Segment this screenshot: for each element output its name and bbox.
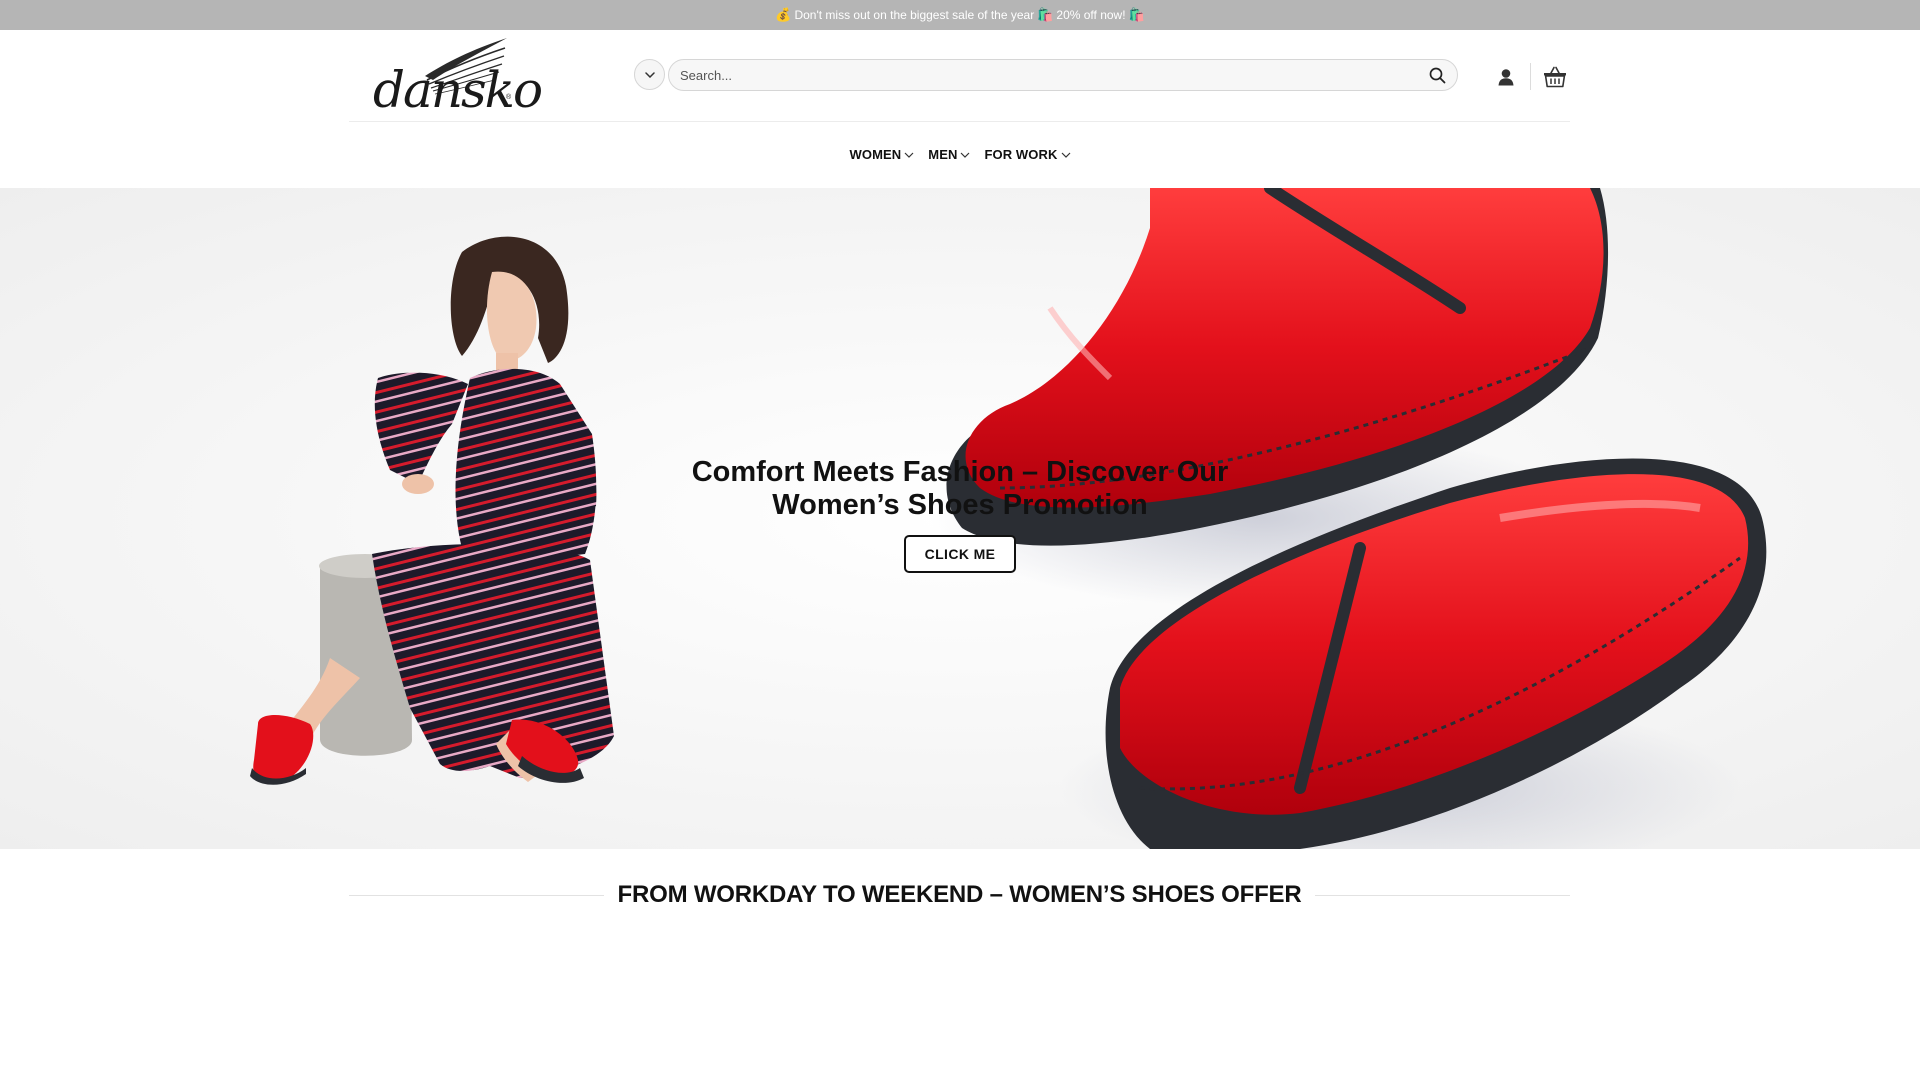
search-input[interactable] [669,60,1409,90]
shopping-bags-icon: 🛍️ [1128,7,1145,22]
hero-title: Comfort Meets Fashion – Discover Our Wom… [560,456,1360,522]
hero-content: Comfort Meets Fashion – Discover Our Wom… [560,456,1360,573]
nav-item-label: WOMEN [849,146,902,162]
chevron-down-icon [904,152,914,158]
main-nav: WOMEN MEN FOR WORK [0,140,1920,168]
announcement-bar: 💰 Don't miss out on the biggest sale of … [0,0,1920,30]
basket-icon [1544,66,1566,88]
nav-item-for-work[interactable]: FOR WORK [984,140,1070,168]
announcement-text: Don't miss out on the biggest sale of th… [794,8,1035,22]
nav-item-men[interactable]: MEN [928,140,970,168]
chevron-down-icon [644,71,655,78]
announcement-offer: 20% off now! [1056,8,1126,22]
nav-item-women[interactable]: WOMEN [850,140,915,168]
nav-item-label: FOR WORK [984,146,1058,162]
search-button[interactable] [1427,65,1447,85]
logo-registered-mark: ® [506,94,512,101]
header-divider [1530,63,1531,90]
user-icon [1498,69,1514,86]
divider-line-right [1315,894,1571,896]
hero-title-line-2: Women’s Shoes Promotion [772,489,1148,521]
cart-button[interactable] [1541,63,1569,91]
shopping-bags-icon: 🛍️ [1037,7,1054,22]
logo-text: dansko [373,61,543,119]
section-heading: FROM WORKDAY TO WEEKEND – WOMEN’S SHOES … [349,880,1571,910]
divider-line-left [349,894,604,896]
nav-item-label: MEN [928,146,958,162]
search-bar [668,59,1458,91]
section-title: FROM WORKDAY TO WEEKEND – WOMEN’S SHOES … [617,881,1302,908]
money-bag-icon: 💰 [775,7,792,22]
hero-title-line-1: Comfort Meets Fashion – Discover Our [691,456,1229,488]
chevron-down-icon [961,152,970,158]
account-button[interactable] [1493,64,1519,90]
hero-banner: Comfort Meets Fashion – Discover Our Wom… [0,188,1920,849]
search-icon [1429,67,1445,83]
click-me-button[interactable]: CLICK ME [903,535,1017,573]
logo[interactable]: dansko ® [359,34,543,119]
category-toggle-button[interactable] [634,59,665,90]
site-header: dansko ® [349,30,1570,122]
chevron-down-icon [1061,152,1070,158]
